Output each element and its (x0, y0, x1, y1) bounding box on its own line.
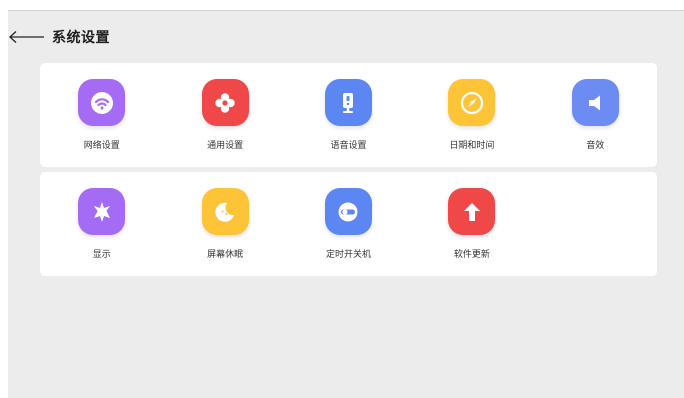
display-item[interactable]: 显示 (40, 172, 163, 276)
power-toggle-icon (324, 188, 372, 235)
settings-card-2: 显示 屏幕休眠 定时开关机 软件更新 (40, 172, 657, 276)
compass-icon (448, 79, 496, 126)
back-button[interactable] (8, 26, 48, 48)
sound-effects-label: 音效 (586, 141, 605, 151)
volume-icon (571, 79, 619, 126)
software-update-label: 软件更新 (453, 250, 490, 260)
wifi-icon (78, 79, 126, 126)
general-settings-label: 通用设置 (207, 141, 244, 151)
scheduled-power-label: 定时开关机 (325, 250, 371, 260)
header: 系统设置 (8, 26, 110, 48)
date-time-label: 日期和时间 (449, 141, 495, 151)
network-settings-label: 网络设置 (83, 141, 120, 151)
upgrade-arrow-icon (448, 188, 496, 235)
screen-sleep-label: 屏幕休眠 (207, 250, 244, 260)
moon-icon (201, 188, 249, 235)
general-settings-item[interactable]: 通用设置 (163, 63, 286, 167)
network-settings-item[interactable]: 网络设置 (40, 63, 163, 167)
sun-icon (78, 188, 126, 235)
scheduled-power-item[interactable]: 定时开关机 (287, 172, 410, 276)
speaker-device-icon (324, 79, 372, 126)
sound-effects-item[interactable]: 音效 (534, 63, 657, 167)
screen-sleep-item[interactable]: 屏幕休眠 (163, 172, 286, 276)
voice-settings-label: 语音设置 (330, 141, 367, 151)
date-time-item[interactable]: 日期和时间 (410, 63, 533, 167)
flower-icon (201, 79, 249, 126)
page-title: 系统设置 (52, 30, 110, 46)
display-label: 显示 (92, 250, 111, 260)
settings-screen: 系统设置 网络设置 通用设置 语音设置 日期和时间 音效 显示 屏幕休眠 定时开… (8, 10, 684, 398)
settings-card-1: 网络设置 通用设置 语音设置 日期和时间 音效 (40, 63, 657, 167)
arrow-left-icon (9, 31, 44, 43)
voice-settings-item[interactable]: 语音设置 (287, 63, 410, 167)
software-update-item[interactable]: 软件更新 (410, 172, 533, 276)
